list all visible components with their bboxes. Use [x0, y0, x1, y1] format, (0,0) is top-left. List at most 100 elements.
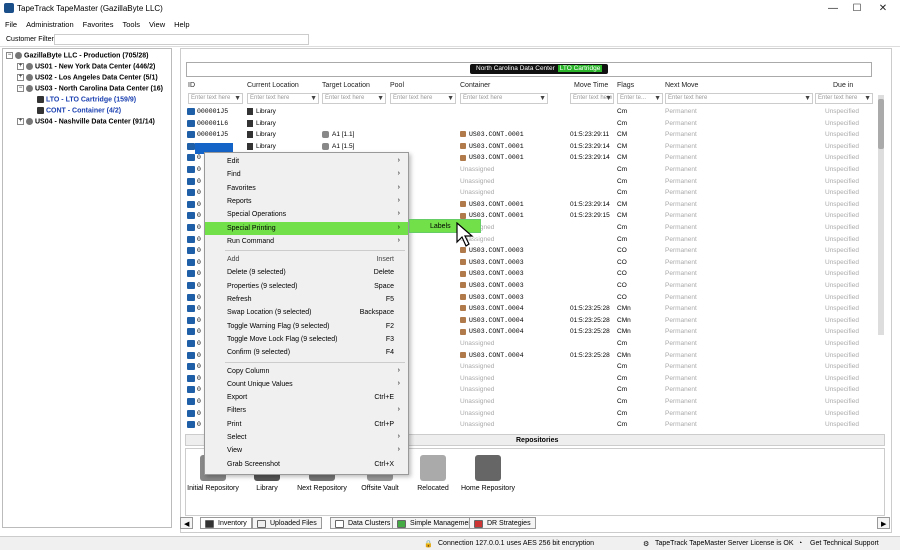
context-menu-item[interactable]: Run Command › — [205, 235, 408, 248]
cell-text: 0 — [197, 305, 201, 313]
context-menu-item[interactable]: Swap Location (9 selected) Backspace — [205, 306, 408, 319]
expand-icon[interactable]: + — [17, 74, 24, 81]
column-filter-input[interactable]: Enter te... ▼ — [617, 93, 663, 104]
column-filter-input[interactable]: Enter text here ▼ — [570, 93, 614, 104]
column-filter-input[interactable]: Enter text here ▼ — [188, 93, 243, 104]
expand-icon[interactable]: + — [17, 118, 24, 125]
column-header[interactable]: Current Location — [247, 82, 299, 89]
column-header[interactable]: Container — [460, 82, 490, 89]
column-header[interactable]: Due in — [833, 82, 853, 89]
table-row[interactable]: 000001J5 Library Cm Permanent Unspecified — [185, 107, 875, 119]
menu-file[interactable]: File — [0, 17, 21, 29]
tab-dr-strategies[interactable]: DR Strategies — [469, 517, 536, 529]
table-cell: 0 — [187, 235, 201, 243]
context-menu-item[interactable]: Export Ctrl+E — [205, 391, 408, 404]
filter-icon[interactable]: ▼ — [377, 95, 384, 102]
column-filter-input[interactable]: Enter text here ▼ — [390, 93, 456, 104]
table-cell: US03.CONT.0004 — [460, 305, 524, 312]
tree-node-us02[interactable]: + US02 - Los Angeles Data Center (5/1) — [17, 74, 158, 81]
filter-icon[interactable]: ▼ — [864, 95, 871, 102]
tab-simple-management[interactable]: Simple Management — [392, 517, 480, 529]
cell-text: Library — [256, 143, 276, 151]
tree-node-lto[interactable]: LTO - LTO Cartridge (159/9) — [37, 96, 136, 103]
expand-icon[interactable]: + — [17, 63, 24, 70]
collapse-icon[interactable]: − — [6, 52, 13, 59]
tree-node-us04[interactable]: + US04 - Nashville Data Center (91/14) — [17, 118, 155, 125]
menu-item-label: Filters — [227, 407, 247, 415]
menu-help[interactable]: Help — [169, 17, 193, 29]
column-filter-input[interactable]: Enter text here ▼ — [460, 93, 548, 104]
context-menu-item[interactable]: Copy Column › — [205, 365, 408, 378]
cell-text: Permanent — [665, 119, 697, 127]
column-header[interactable]: Move Time — [574, 82, 608, 89]
context-menu-item[interactable]: Reports › — [205, 195, 408, 208]
column-filter-input[interactable]: Enter text here ▼ — [322, 93, 386, 104]
minimize-button[interactable]: — — [822, 2, 844, 15]
context-menu-item[interactable]: Edit › — [205, 155, 408, 168]
context-menu-item[interactable]: Special Operations › — [205, 208, 408, 221]
filter-icon[interactable]: ▼ — [310, 95, 317, 102]
column-header[interactable]: ID — [188, 82, 195, 89]
context-menu-item[interactable]: Properties (9 selected) Space — [205, 280, 408, 293]
cell-text: 0 — [197, 212, 201, 220]
customer-filter-input[interactable] — [54, 34, 309, 45]
column-header[interactable]: Next Move — [665, 82, 698, 89]
repository-item[interactable]: Home Repository — [458, 455, 518, 492]
tab-inventory[interactable]: Inventory — [200, 517, 252, 529]
technical-support-link[interactable]: Get Technical Support — [810, 540, 879, 547]
table-row[interactable]: 000001J5 Library A1 [1.1] US03.CONT.0001 01:… — [185, 130, 875, 142]
column-header[interactable]: Target Location — [322, 82, 370, 89]
context-menu-item[interactable]: View › — [205, 444, 408, 457]
scrollbar-thumb[interactable] — [878, 99, 884, 149]
tab-uploaded-files[interactable]: Uploaded Files — [252, 517, 322, 529]
context-menu-item[interactable]: Select › — [205, 431, 408, 444]
submenu-arrow-icon: › — [397, 446, 400, 454]
context-menu-item[interactable]: Find › — [205, 168, 408, 181]
tree-root[interactable]: − GazillaByte LLC - Production (705/28) — [6, 52, 148, 59]
column-filter-input[interactable]: Enter text here ▼ — [815, 93, 873, 104]
tree-node-us01[interactable]: + US01 - New York Data Center (446/2) — [17, 63, 155, 70]
column-header[interactable]: Pool — [390, 82, 404, 89]
close-button[interactable]: ✕ — [872, 2, 894, 15]
maximize-button[interactable]: ☐ — [846, 2, 868, 15]
filter-icon[interactable]: ▼ — [654, 95, 661, 102]
context-menu-item[interactable]: Confirm (9 selected) F4 — [205, 346, 408, 359]
grid-scrollbar[interactable] — [878, 95, 884, 335]
filter-icon[interactable]: ▼ — [804, 95, 811, 102]
menu-administration[interactable]: Administration — [21, 17, 78, 29]
context-menu-item[interactable]: Toggle Warning Flag (9 selected) F2 — [205, 320, 408, 333]
repository-item[interactable]: Relocated — [403, 455, 463, 492]
collapse-icon[interactable]: − — [17, 85, 24, 92]
context-menu-item[interactable]: Special Printing › — [205, 221, 408, 235]
table-cell: Unspecified — [825, 143, 859, 150]
tree-node-cont[interactable]: CONT - Container (4/2) — [37, 107, 121, 114]
table-cell: Cm — [617, 224, 627, 231]
filter-icon[interactable]: ▼ — [539, 95, 546, 102]
context-menu-item[interactable]: Refresh F5 — [205, 293, 408, 306]
tree-node-us03[interactable]: − US03 - North Carolina Data Center (16) — [17, 85, 163, 92]
context-menu-item[interactable]: Delete (9 selected) Delete — [205, 266, 408, 279]
context-menu-item[interactable]: Add Insert — [205, 253, 408, 266]
column-header[interactable]: Flags — [617, 82, 634, 89]
column-filter-input[interactable]: Enter text here ▼ — [665, 93, 813, 104]
table-row[interactable]: 000001L6 Library Cm Permanent Unspecified — [185, 119, 875, 131]
menu-favorites[interactable]: Favorites — [78, 17, 118, 29]
filter-icon[interactable]: ▼ — [234, 95, 241, 102]
context-menu-item[interactable]: Filters › — [205, 404, 408, 417]
context-menu-item[interactable]: Count Unique Values › — [205, 378, 408, 391]
context-menu-item[interactable]: Favorites › — [205, 182, 408, 195]
menu-tools[interactable]: Tools — [117, 17, 144, 29]
tab-scroll-right-button[interactable]: ▶ — [877, 517, 891, 529]
filter-icon[interactable]: ▼ — [605, 95, 612, 102]
column-filter-input[interactable]: Enter text here ▼ — [247, 93, 319, 104]
menu-view[interactable]: View — [144, 17, 169, 29]
filter-icon[interactable]: ▼ — [447, 95, 454, 102]
license-status: TapeTrack TapeMaster Server License is O… — [655, 540, 794, 547]
context-menu-item[interactable]: Grab Screenshot Ctrl+X — [205, 458, 408, 471]
tab-data-clusters[interactable]: Data Clusters — [330, 517, 396, 529]
tab-scroll-left-button[interactable]: ◀ — [180, 517, 194, 529]
context-menu-item[interactable]: Toggle Move Lock Flag (9 selected) F3 — [205, 333, 408, 346]
cell-text: Permanent — [665, 340, 697, 347]
cell-text: US03.CONT.0003 — [469, 282, 524, 289]
context-menu-item[interactable]: Print Ctrl+P — [205, 418, 408, 431]
